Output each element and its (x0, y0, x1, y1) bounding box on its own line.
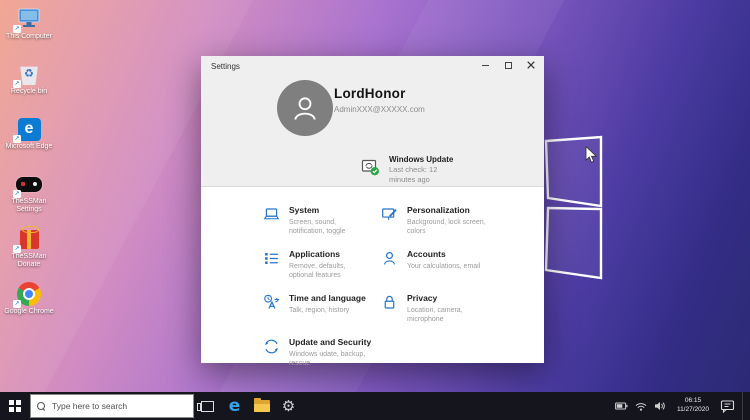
windows-update-status-line2: minutes ago (389, 175, 453, 184)
tile-system[interactable]: System Screen, sound, notification, togg… (263, 206, 381, 250)
task-view-icon (201, 401, 214, 412)
accounts-icon (381, 250, 398, 267)
desktop-icon-label: Google Chrome (2, 308, 56, 316)
wallpaper-windows-logo (540, 128, 610, 288)
mouse-cursor (585, 146, 599, 164)
settings-window-header: Settings LordHonor AdminXXX@XXXXX.com (201, 56, 544, 187)
windows-update-status[interactable]: Windows Update Last check: 12 minutes ag… (361, 155, 453, 185)
tile-accounts[interactable]: Accounts Your calculations, email (381, 250, 507, 294)
maximize-button[interactable] (501, 58, 515, 72)
clock-time: 06:15 (677, 397, 709, 406)
user-avatar[interactable] (277, 80, 333, 136)
tile-personalization[interactable]: Personalization Background, lock screen,… (381, 206, 507, 250)
wifi-icon[interactable] (635, 402, 647, 411)
settings-categories: System Screen, sound, notification, togg… (263, 206, 507, 382)
windows-update-status-line1: Last check: 12 (389, 165, 453, 174)
recycle-bin-icon: ♻ ↗ (16, 61, 42, 87)
gift-icon: ↗ (16, 226, 42, 252)
minimize-button[interactable] (478, 58, 492, 72)
shortcut-arrow-icon: ↗ (13, 190, 21, 198)
desktop-icon-recycle-bin[interactable]: ♻ ↗ Recycle bin (2, 61, 56, 116)
desktop-icon-label: TheSSMan Settings (2, 198, 56, 214)
action-center-icon (720, 399, 735, 413)
privacy-icon (381, 294, 398, 311)
show-desktop-button[interactable] (742, 392, 746, 420)
desktop-wallpaper: ↗ This Computer ♻ ↗ Recycle bin e ↗ Micr… (0, 0, 750, 420)
system-icon (263, 206, 280, 223)
user-email: AdminXXX@XXXXX.com (334, 105, 425, 114)
desktop-icon-microsoft-edge[interactable]: e ↗ Microsoft Edge (2, 116, 56, 171)
user-profile[interactable]: LordHonor AdminXXX@XXXXX.com (334, 86, 425, 114)
tile-applications[interactable]: Applications Remove, defaults, optional … (263, 250, 381, 294)
settings-window: Settings LordHonor AdminXXX@XXXXX.com (201, 56, 544, 363)
start-button[interactable] (0, 392, 30, 420)
edge-icon: e (229, 398, 241, 415)
battery-icon[interactable] (615, 402, 628, 410)
shortcut-arrow-icon: ↗ (13, 135, 21, 143)
desktop-icon-google-chrome[interactable]: ↗ Google Chrome (2, 281, 56, 336)
update-security-icon (263, 338, 280, 355)
gear-icon: ⚙ (282, 399, 295, 414)
taskbar-search[interactable] (30, 394, 194, 418)
search-icon (37, 402, 46, 411)
desktop-icon-label: Recycle bin (2, 88, 56, 96)
personalization-icon (381, 206, 398, 223)
close-button[interactable] (524, 58, 538, 72)
desktop-icon-thessman-settings[interactable]: ↗ TheSSMan Settings (2, 171, 56, 226)
window-title: Settings (211, 62, 240, 71)
action-center-button[interactable] (720, 399, 735, 413)
time-language-icon (263, 294, 280, 311)
volume-icon[interactable] (654, 401, 666, 411)
user-name: LordHonor (334, 86, 425, 101)
tile-privacy[interactable]: Privacy Location, camera, microphone (381, 294, 507, 338)
windows-update-icon (361, 158, 380, 176)
file-explorer-button[interactable] (248, 392, 275, 420)
clock-date: 11/27/2020 (677, 406, 709, 415)
windows-logo-icon (9, 400, 21, 412)
system-tray: 06:15 11/27/2020 (615, 392, 750, 420)
computer-icon: ↗ (16, 6, 42, 32)
shortcut-arrow-icon: ↗ (13, 25, 21, 33)
desktop-icon-label: This Computer (2, 33, 56, 41)
shortcut-arrow-icon: ↗ (13, 80, 21, 88)
desktop-icon-list: ↗ This Computer ♻ ↗ Recycle bin e ↗ Micr… (2, 6, 56, 336)
desktop-icon-label: TheSSMan Donate (2, 253, 56, 269)
tile-update-security[interactable]: Update and Security Windows udate, backu… (263, 338, 381, 382)
taskbar-edge-button[interactable]: e (221, 392, 248, 420)
taskbar: e ⚙ (0, 392, 750, 420)
person-icon (288, 91, 322, 125)
desktop-icon-label: Microsoft Edge (2, 143, 56, 151)
search-input[interactable] (52, 401, 182, 411)
applications-icon (263, 250, 280, 267)
task-view-button[interactable] (194, 392, 221, 420)
tile-time-language[interactable]: Time and language Talk, region, history (263, 294, 381, 338)
windows-update-title: Windows Update (389, 155, 453, 164)
taskbar-clock[interactable]: 06:15 11/27/2020 (673, 397, 713, 415)
taskbar-settings-button[interactable]: ⚙ (275, 392, 302, 420)
desktop-icon-thessman-donate[interactable]: ↗ TheSSMan Donate (2, 226, 56, 281)
desktop-icon-this-computer[interactable]: ↗ This Computer (2, 6, 56, 61)
folder-icon (254, 400, 270, 412)
shortcut-arrow-icon: ↗ (13, 245, 21, 253)
gamepad-icon: ↗ (16, 171, 42, 197)
shortcut-arrow-icon: ↗ (13, 300, 21, 308)
chrome-icon: ↗ (16, 281, 42, 307)
edge-icon: e ↗ (16, 116, 42, 142)
